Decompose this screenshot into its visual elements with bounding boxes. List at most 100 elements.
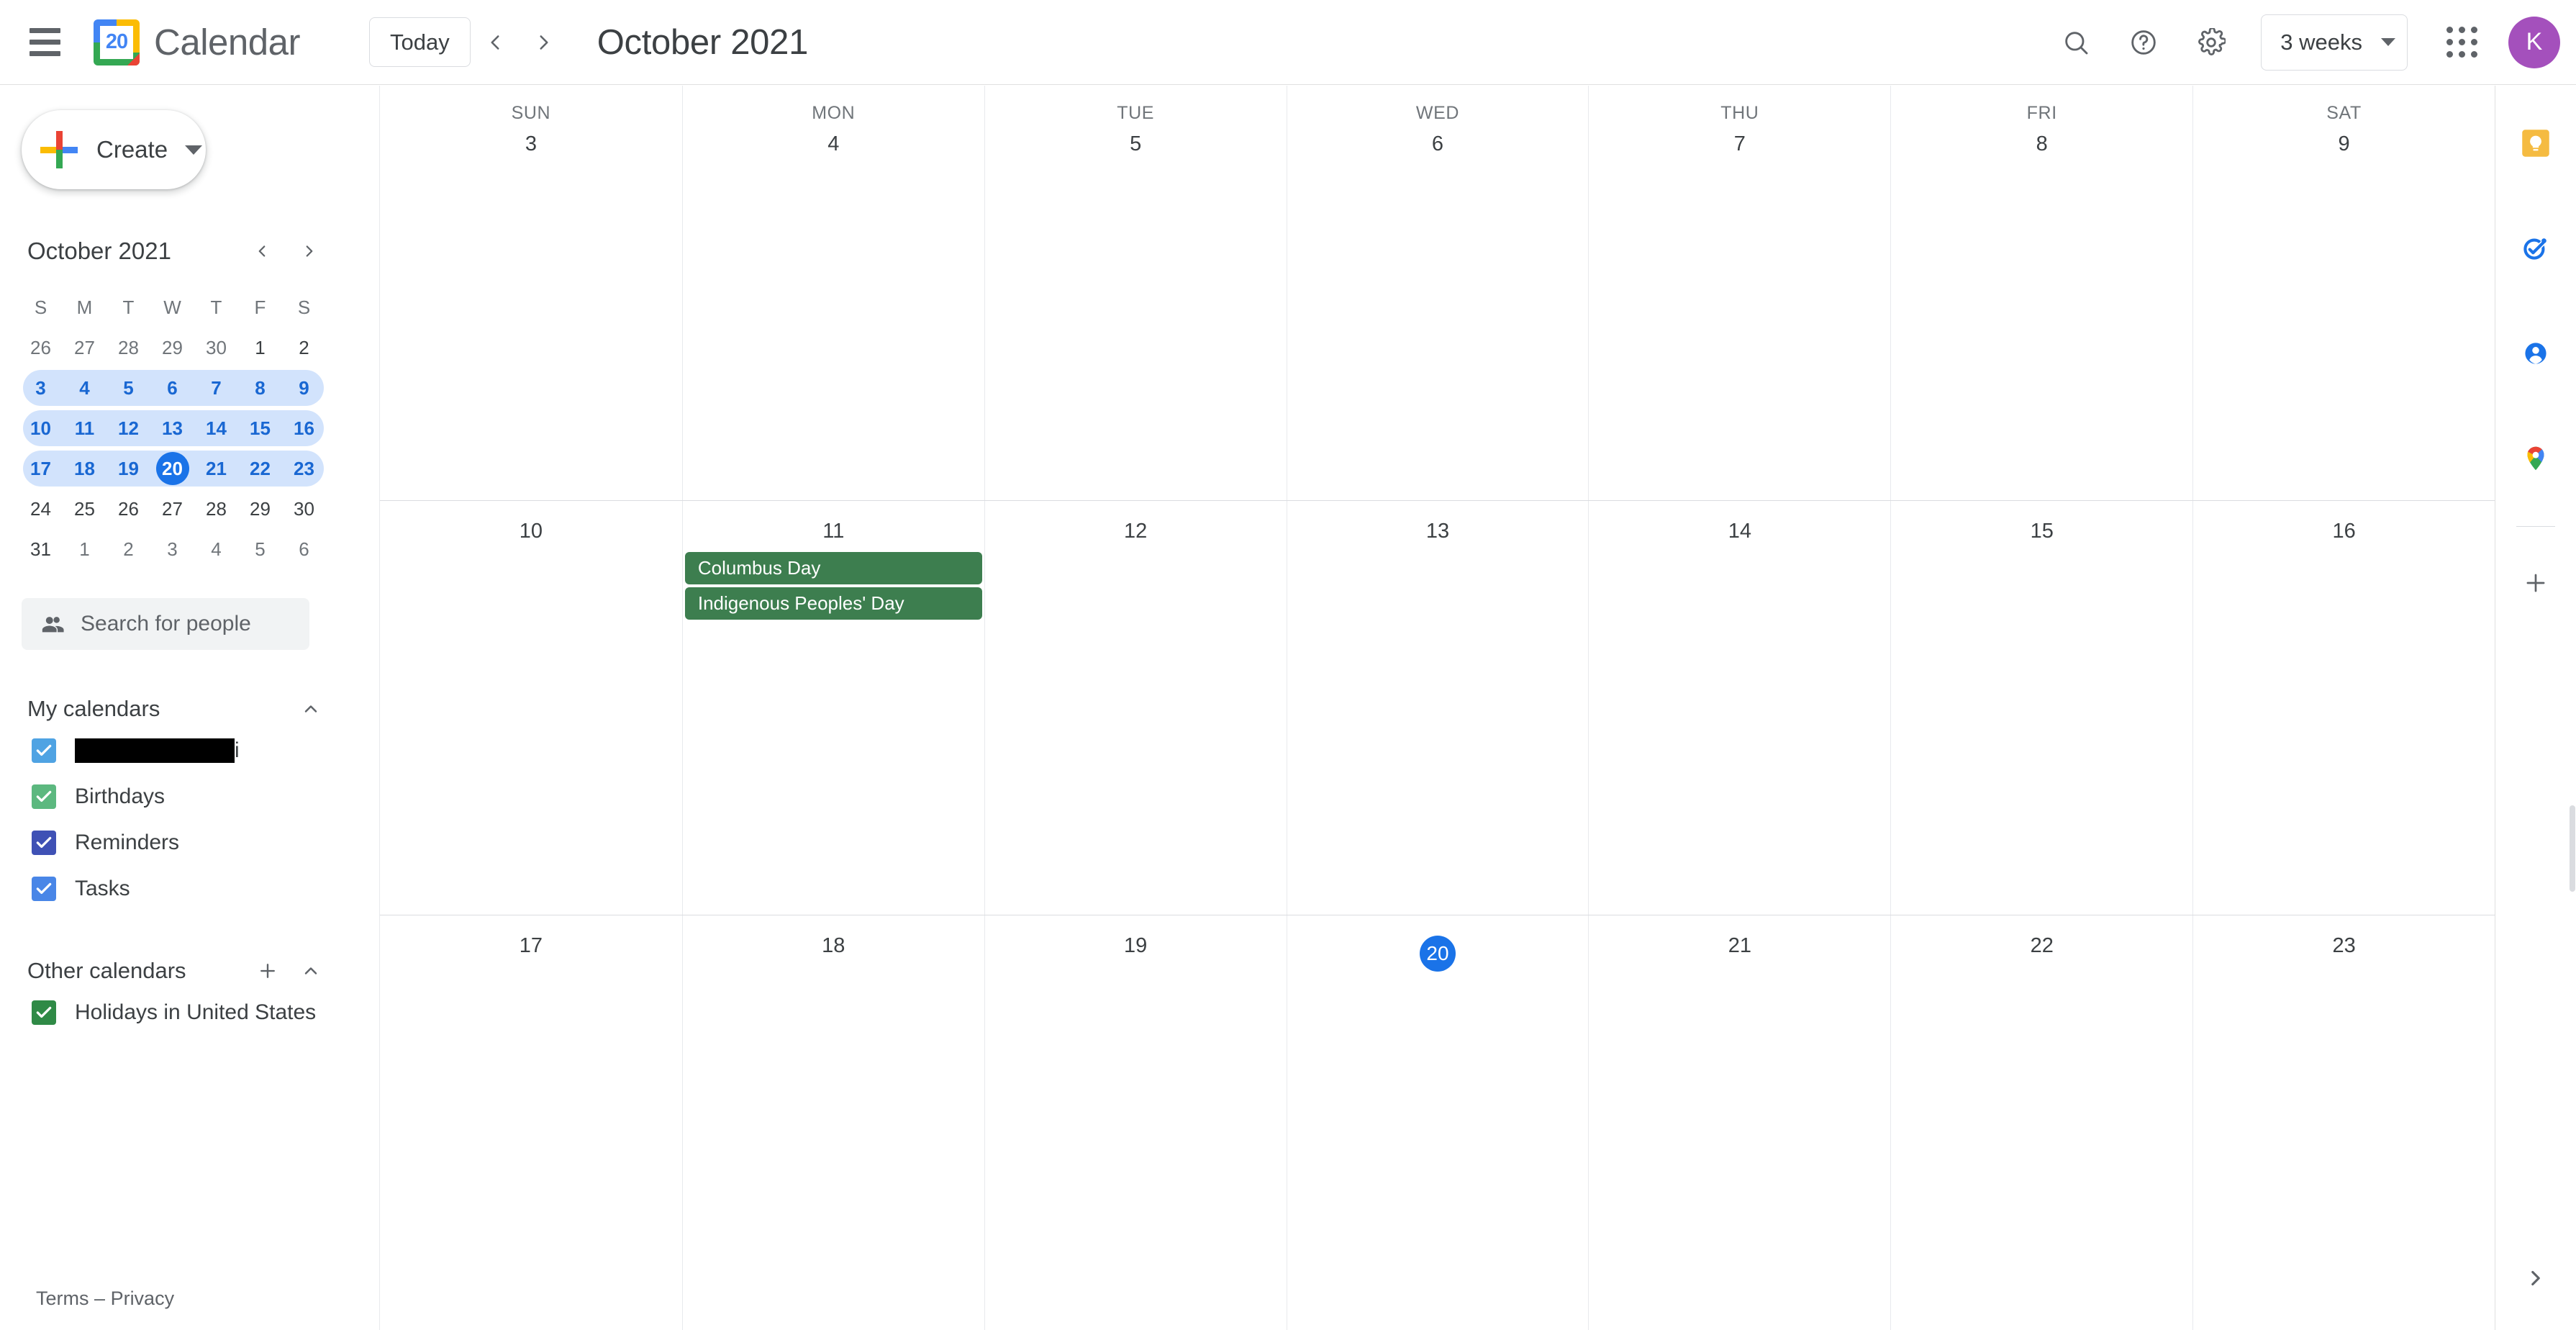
mini-calendar-day[interactable]: 29 (238, 499, 282, 518)
chevron-up-icon[interactable] (292, 952, 330, 990)
calendar-checkbox[interactable] (32, 1000, 56, 1025)
day-number[interactable]: 21 (1589, 936, 1890, 956)
calendar-day-cell[interactable]: 12 (984, 500, 1287, 915)
mini-calendar-day[interactable]: 7 (194, 379, 238, 397)
calendar-day-cell[interactable]: 17 (380, 915, 682, 1330)
apps-grid-icon[interactable] (2429, 10, 2494, 75)
calendar-day-cell[interactable]: FRI 8 (1890, 86, 2192, 500)
day-number[interactable]: 4 (683, 134, 984, 155)
calendar-day-cell[interactable]: 15 (1890, 500, 2192, 915)
mini-calendar-next-icon[interactable] (289, 231, 330, 271)
chevron-up-icon[interactable] (292, 690, 330, 728)
day-number[interactable]: 8 (1891, 134, 2192, 155)
mini-calendar-day[interactable]: 12 (106, 419, 150, 438)
mini-calendar-day[interactable]: 6 (150, 379, 194, 397)
mini-calendar-day[interactable]: 28 (106, 338, 150, 357)
calendar-list-item[interactable]: i (32, 728, 379, 774)
calendar-list-item[interactable]: Reminders (32, 820, 379, 866)
mini-calendar-day[interactable]: 29 (150, 338, 194, 357)
calendar-checkbox[interactable] (32, 831, 56, 855)
today-button[interactable]: Today (368, 17, 471, 67)
view-mode-select[interactable]: 3 weeks (2261, 14, 2408, 71)
mini-calendar-day[interactable]: 31 (19, 540, 63, 558)
mini-calendar-day[interactable]: 16 (282, 419, 326, 438)
calendar-list-item[interactable]: Tasks (32, 866, 379, 912)
scrollbar-thumb[interactable] (2570, 805, 2575, 892)
mini-calendar-day[interactable]: 4 (63, 379, 106, 397)
help-icon[interactable] (2111, 10, 2176, 75)
day-number[interactable]: 13 (1287, 520, 1589, 542)
other-calendars-header[interactable]: Other calendars (27, 952, 330, 990)
calendar-day-cell[interactable]: THU 7 (1588, 86, 1890, 500)
mini-calendar-day[interactable]: 4 (194, 540, 238, 558)
calendar-day-cell[interactable]: 20 (1286, 915, 1589, 1330)
day-number[interactable]: 11 (683, 520, 984, 542)
mini-calendar-day[interactable]: 3 (150, 540, 194, 558)
contacts-icon[interactable] (2501, 319, 2570, 388)
calendar-day-cell[interactable]: 18 (681, 915, 984, 1330)
calendar-day-cell[interactable]: SUN 3 (380, 86, 682, 500)
day-number[interactable]: 14 (1589, 520, 1890, 542)
calendar-day-cell[interactable]: 13 (1286, 500, 1589, 915)
mini-calendar-day[interactable]: 5 (106, 379, 150, 397)
mini-calendar-day[interactable]: 13 (150, 419, 194, 438)
calendar-day-cell[interactable]: SAT 9 (2192, 86, 2495, 500)
day-number[interactable]: 9 (2193, 134, 2495, 155)
search-for-people-input[interactable]: Search for people (22, 598, 309, 650)
day-number[interactable]: 10 (380, 520, 682, 542)
day-number[interactable]: 22 (1891, 936, 2192, 956)
main-menu-icon[interactable] (6, 4, 83, 81)
calendar-day-cell[interactable]: MON 4 (681, 86, 984, 500)
mini-calendar-day[interactable]: 6 (282, 540, 326, 558)
day-number[interactable]: 6 (1287, 134, 1589, 155)
mini-calendar-day[interactable]: 17 (19, 459, 63, 478)
calendar-day-cell[interactable]: 11 Columbus Day Indigenous Peoples' Day (681, 500, 984, 915)
mini-calendar-day[interactable]: 24 (19, 499, 63, 518)
previous-period-icon[interactable] (471, 18, 520, 67)
mini-calendar-day[interactable]: 1 (238, 338, 282, 357)
day-number[interactable]: 3 (380, 134, 682, 155)
day-number[interactable]: 12 (985, 520, 1287, 542)
avatar[interactable]: K (2508, 16, 2560, 68)
calendar-day-cell[interactable]: TUE 5 (984, 86, 1287, 500)
mini-calendar-day[interactable]: 2 (282, 338, 326, 357)
add-addon-icon[interactable] (2501, 548, 2570, 618)
mini-calendar-prev-icon[interactable] (242, 231, 282, 271)
mini-calendar-day[interactable]: 30 (282, 499, 326, 518)
calendar-checkbox[interactable] (32, 738, 56, 763)
mini-calendar-day[interactable]: 14 (194, 419, 238, 438)
calendar-day-cell[interactable]: 10 (380, 501, 682, 915)
day-number[interactable]: 7 (1589, 134, 1890, 155)
next-period-icon[interactable] (520, 18, 568, 67)
brand-logo-and-title[interactable]: 20 Calendar (94, 19, 300, 65)
calendar-day-cell[interactable]: 22 (1890, 915, 2192, 1330)
create-button[interactable]: Create (22, 110, 206, 189)
calendar-day-cell[interactable]: 14 (1588, 500, 1890, 915)
calendar-day-cell[interactable]: 21 (1588, 915, 1890, 1330)
mini-calendar-day[interactable]: 1 (63, 540, 106, 558)
mini-calendar-day[interactable]: 3 (19, 379, 63, 397)
day-number[interactable]: 15 (1891, 520, 2192, 542)
mini-calendar-day[interactable]: 11 (63, 419, 106, 438)
calendar-event[interactable]: Indigenous Peoples' Day (684, 587, 982, 620)
calendar-day-cell[interactable]: 16 (2192, 500, 2495, 915)
mini-calendar-day[interactable]: 27 (150, 499, 194, 518)
calendar-event[interactable]: Columbus Day (684, 551, 982, 584)
mini-calendar-day[interactable]: 22 (238, 459, 282, 478)
day-number[interactable]: 23 (2193, 936, 2495, 956)
mini-calendar-day[interactable]: 9 (282, 379, 326, 397)
calendar-checkbox[interactable] (32, 784, 56, 809)
mini-calendar-day[interactable]: 26 (19, 338, 63, 357)
mini-calendar-day[interactable]: 30 (194, 338, 238, 357)
day-number[interactable]: 5 (985, 134, 1287, 155)
calendar-list-item[interactable]: Holidays in United States (32, 990, 379, 1036)
mini-calendar-day[interactable]: 21 (194, 459, 238, 478)
mini-calendar-day[interactable]: 5 (238, 540, 282, 558)
maps-icon[interactable] (2501, 424, 2570, 493)
day-number[interactable]: 16 (2193, 520, 2495, 542)
mini-calendar-day[interactable]: 2 (106, 540, 150, 558)
mini-calendar-day[interactable]: 10 (19, 419, 63, 438)
mini-calendar-day[interactable]: 27 (63, 338, 106, 357)
tasks-icon[interactable] (2501, 214, 2570, 283)
privacy-link[interactable]: Privacy (111, 1288, 175, 1309)
